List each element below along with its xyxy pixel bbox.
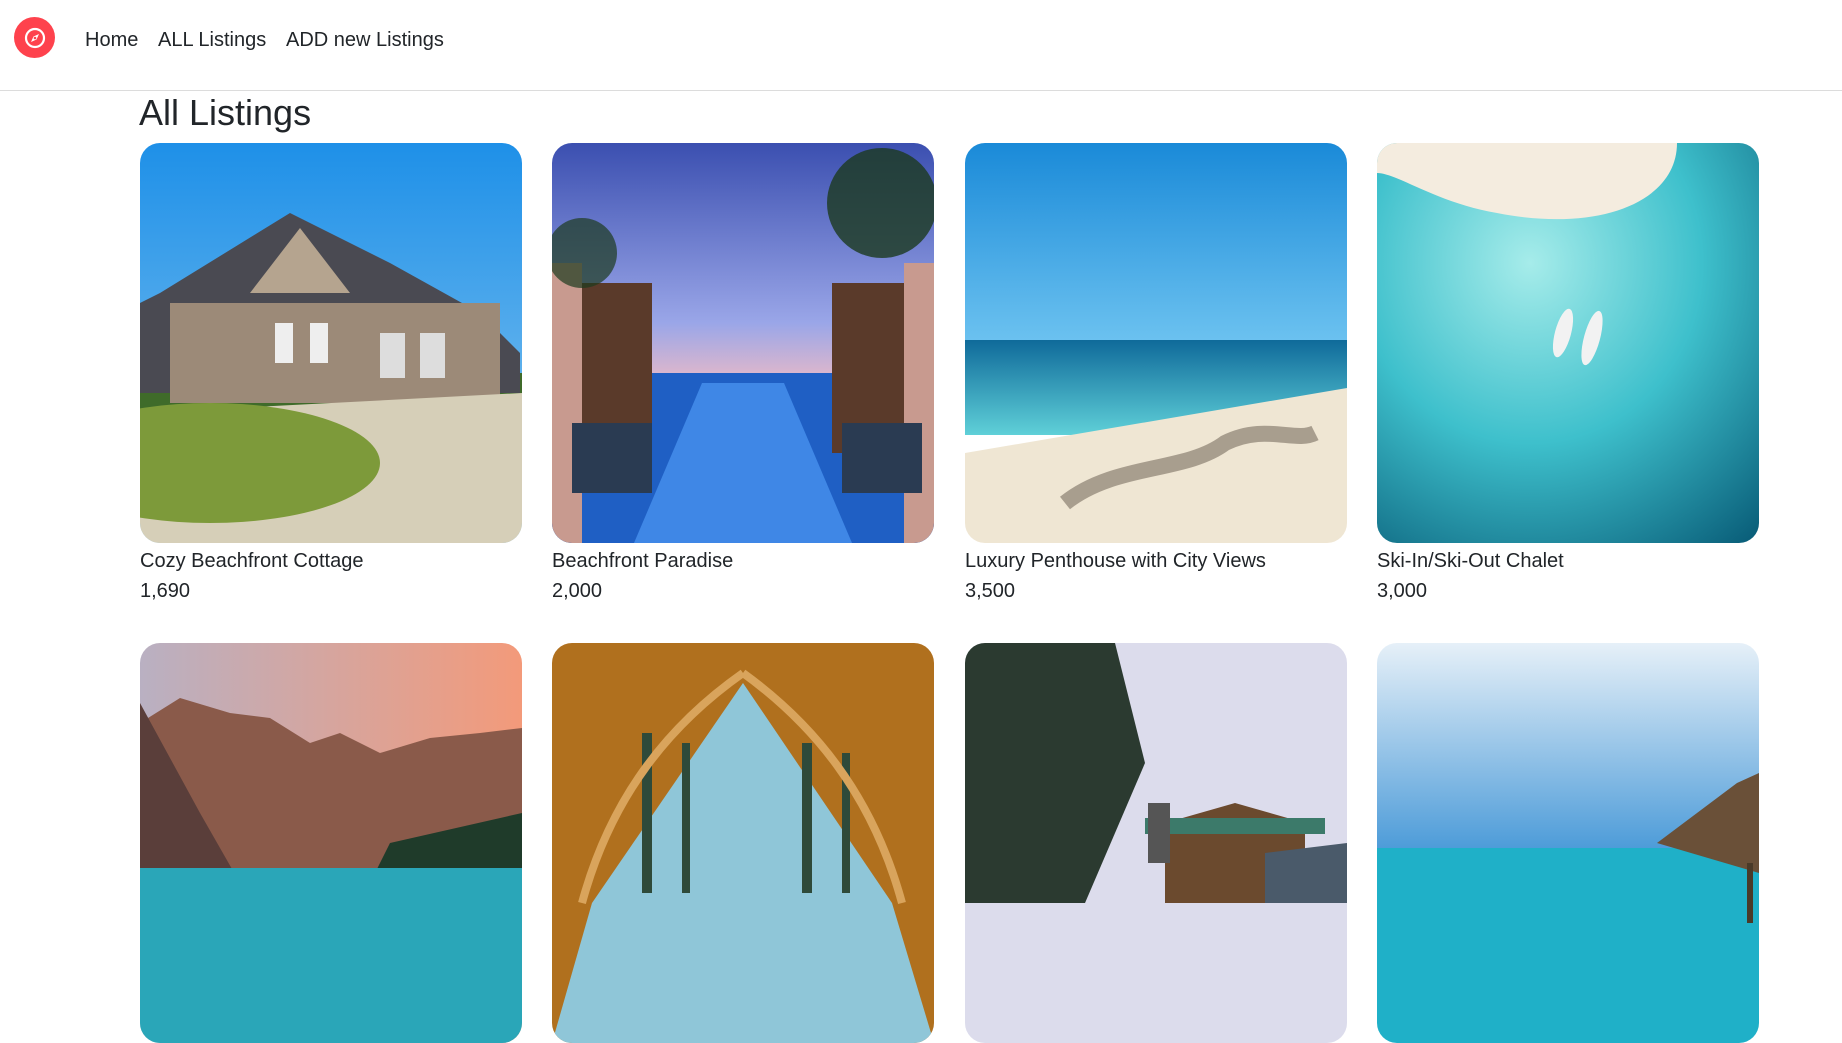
listing-image-resort[interactable] — [552, 143, 934, 543]
listing-price: 3,000 — [1377, 580, 1428, 602]
page-title: All Listings — [139, 92, 312, 133]
listing-card[interactable] — [552, 643, 934, 1043]
listing-card[interactable]: Luxury Penthouse with City Views 3,500 — [965, 143, 1347, 606]
nav-add-listing-link[interactable]: ADD new Listings — [286, 29, 444, 52]
listing-price: 1,690 — [140, 580, 191, 602]
listing-card[interactable] — [1377, 643, 1759, 1043]
listing-title: Beachfront Paradise — [552, 550, 734, 572]
listing-image-tent[interactable] — [552, 643, 934, 1043]
listing-image-beach-hut[interactable] — [1377, 643, 1759, 1043]
nav-all-listings-link[interactable]: ALL Listings — [158, 29, 266, 52]
listing-price: 3,500 — [965, 580, 1016, 602]
listing-card[interactable] — [140, 643, 522, 1043]
brand-logo[interactable] — [14, 17, 55, 58]
listing-image-beach[interactable] — [965, 143, 1347, 543]
listing-image-cabin[interactable] — [965, 643, 1347, 1043]
listing-card[interactable]: Beachfront Paradise 2,000 — [552, 143, 934, 606]
listing-title: Ski-In/Ski-Out Chalet — [1377, 550, 1564, 572]
listing-image-house[interactable] — [140, 143, 522, 543]
listing-card[interactable] — [965, 643, 1347, 1043]
listing-image-aerial[interactable] — [1377, 143, 1759, 543]
listing-title: Luxury Penthouse with City Views — [965, 550, 1266, 572]
compass-icon — [24, 27, 45, 48]
listing-card[interactable]: Ski-In/Ski-Out Chalet 3,000 — [1377, 143, 1759, 606]
listing-image-mountains[interactable] — [140, 643, 522, 1043]
navbar: Home ALL Listings ADD new Listings — [0, 0, 1842, 91]
listing-card[interactable]: Cozy Beachfront Cottage 1,690 — [140, 143, 522, 606]
listing-price: 2,000 — [552, 580, 603, 602]
nav-home-link[interactable]: Home — [85, 29, 138, 52]
listing-title: Cozy Beachfront Cottage — [140, 550, 364, 572]
